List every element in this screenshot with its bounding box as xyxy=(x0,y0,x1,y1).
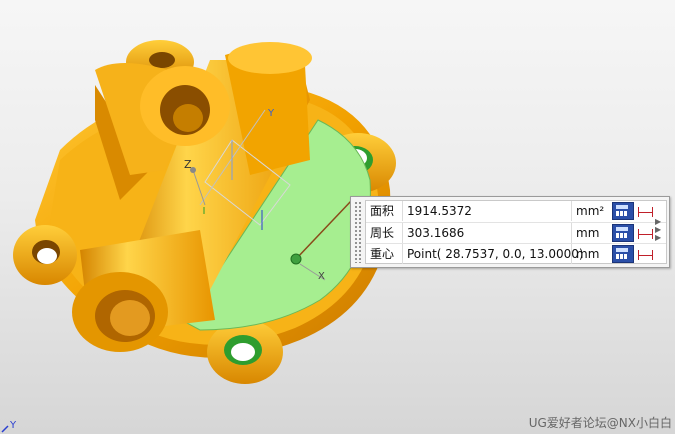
measure-row-area: 面积 1914.5372 mm² xyxy=(366,201,666,221)
watermark-text: UG爱好者论坛@NX小白白 xyxy=(528,416,672,430)
calculator-icon[interactable] xyxy=(612,224,634,242)
chevron-right-icon[interactable]: ▶ xyxy=(655,234,665,242)
dimension-icon[interactable] xyxy=(636,203,656,219)
area-label: 面积 xyxy=(366,201,403,221)
area-value: 1914.5372 xyxy=(403,201,572,221)
dimension-icon[interactable] xyxy=(636,246,656,262)
centroid-label: 重心 xyxy=(366,244,403,264)
measure-row-centroid: 重心 Point( 28.7537, 0.0, 13.0000) mm xyxy=(366,243,666,264)
centroid-unit: mm xyxy=(576,247,600,261)
perimeter-unit: mm xyxy=(576,226,600,240)
measure-result-panel[interactable]: 面积 1914.5372 mm² 周长 303.1686 mm 重心 Point… xyxy=(350,196,670,268)
perimeter-label: 周长 xyxy=(366,223,403,243)
centroid-value: Point( 28.7537, 0.0, 13.0000) xyxy=(403,244,584,264)
panel-expand-arrows[interactable]: ▶ ▶ ▶ xyxy=(655,218,665,242)
dimension-icon[interactable] xyxy=(636,225,656,241)
measure-table: 面积 1914.5372 mm² 周长 303.1686 mm 重心 Point… xyxy=(365,200,667,264)
corner-axis-line xyxy=(1,425,9,433)
calculator-icon[interactable] xyxy=(612,202,634,220)
calculator-icon[interactable] xyxy=(612,245,634,263)
area-unit: mm² xyxy=(576,204,605,218)
measure-row-perimeter: 周长 303.1686 mm xyxy=(366,222,666,243)
centroid-point[interactable] xyxy=(290,253,302,265)
perimeter-value: 303.1686 xyxy=(403,223,572,243)
panel-drag-handle[interactable] xyxy=(354,201,362,263)
axis-label-z: Z xyxy=(184,158,192,171)
axis-label-x: X xyxy=(318,271,325,282)
mounting-lug-left xyxy=(13,225,77,285)
corner-axis-label: Y xyxy=(9,420,17,431)
axis-label-y: Y xyxy=(267,108,275,119)
